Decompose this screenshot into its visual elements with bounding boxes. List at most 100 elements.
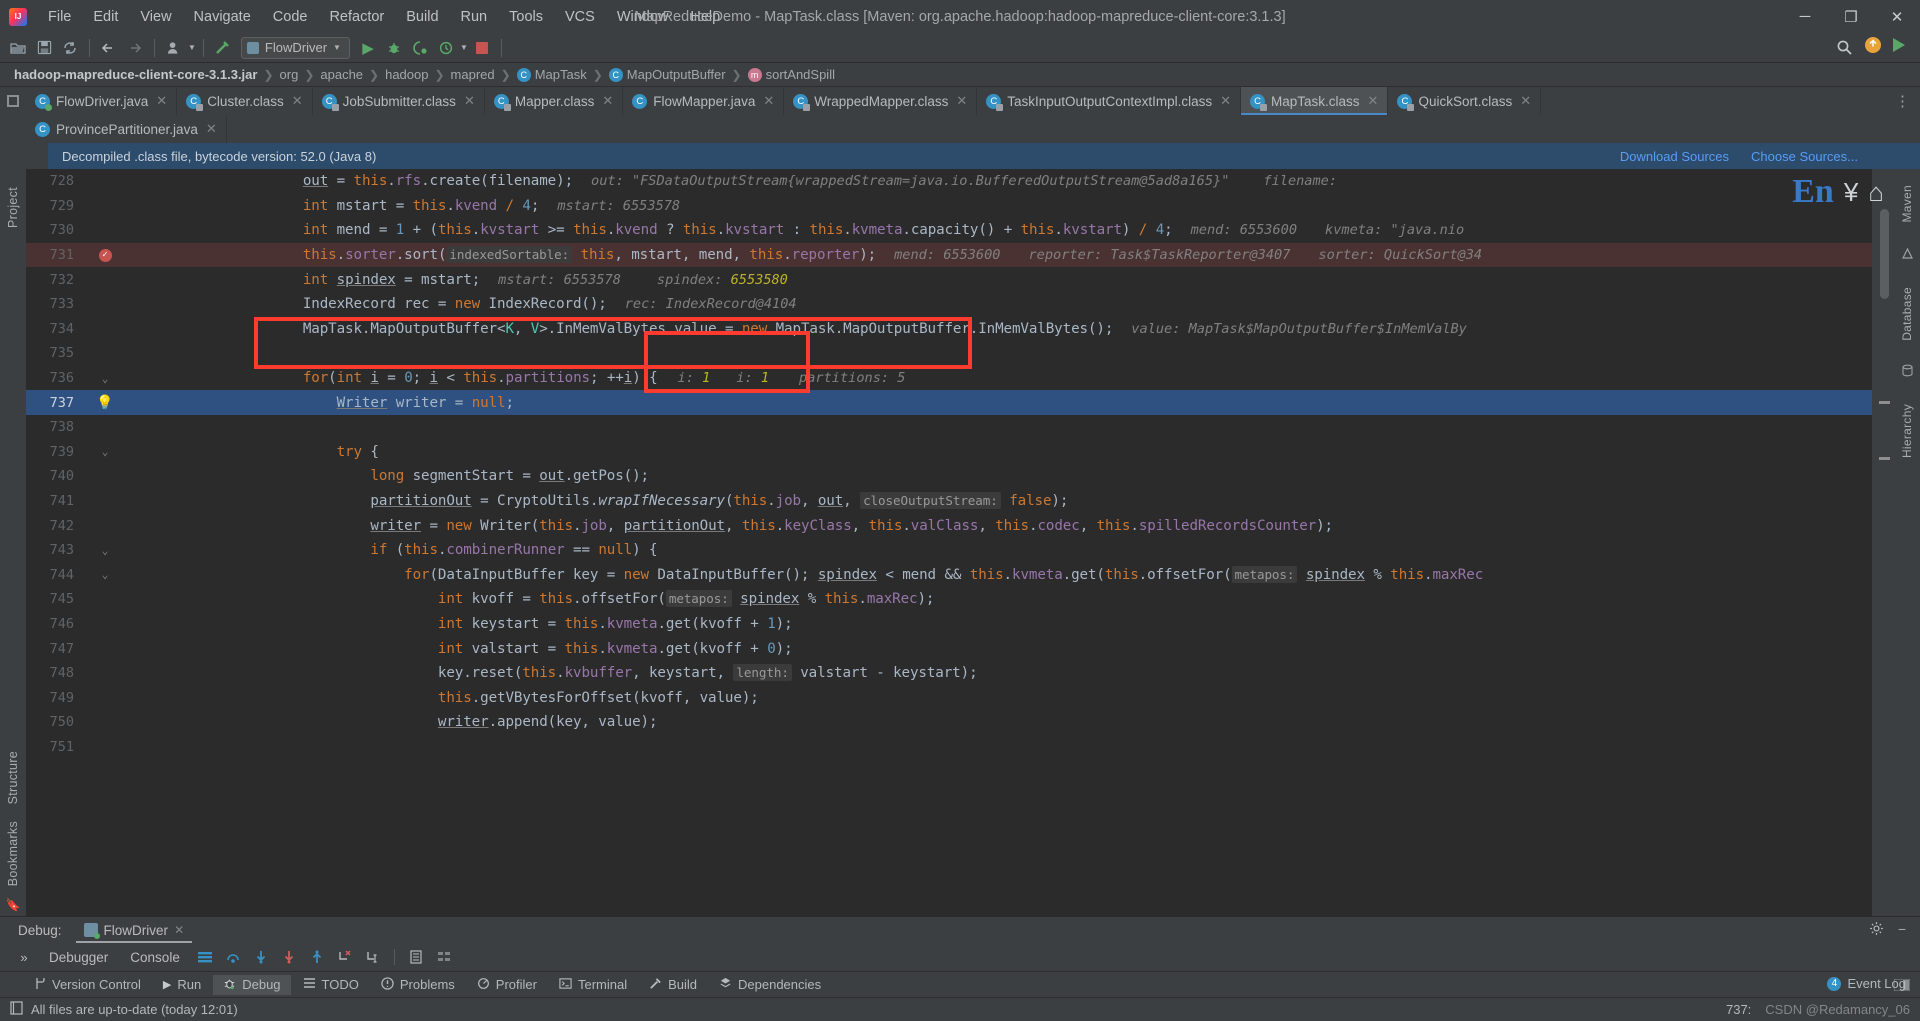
open-folder-icon[interactable] [6, 36, 30, 60]
menu-tools[interactable]: Tools [498, 6, 554, 28]
menu-run[interactable]: Run [450, 6, 499, 28]
tab-mapper-class[interactable]: C Mapper.class ✕ [484, 87, 624, 115]
step-over-icon[interactable] [221, 945, 245, 969]
tool-tab-maven[interactable]: Maven [1900, 175, 1914, 233]
code-line-728[interactable]: 728 out = this.rfs.create(filename); out… [26, 169, 1872, 194]
debug-session-tab[interactable]: FlowDriver ✕ [75, 917, 193, 943]
force-step-into-icon[interactable] [277, 945, 301, 969]
run-button[interactable]: ▶ [356, 36, 380, 60]
sync-icon[interactable] [58, 36, 82, 60]
close-tab-icon[interactable]: ✕ [464, 93, 475, 109]
caret-position[interactable]: 737: [1726, 1002, 1751, 1017]
close-tab-icon[interactable]: ✕ [206, 121, 217, 137]
code-line-751[interactable]: 751 [26, 735, 1872, 760]
editor-scrollbar[interactable] [1872, 169, 1894, 916]
close-tab-icon[interactable]: ✕ [1220, 93, 1231, 109]
profile-dropdown-icon[interactable]: ▼ [188, 43, 196, 52]
code-line-744[interactable]: 744 ⌄ for(DataInputBuffer key = new Data… [26, 563, 1872, 588]
close-tab-icon[interactable]: ✕ [1368, 93, 1379, 109]
menu-navigate[interactable]: Navigate [183, 6, 262, 28]
code-line-748[interactable]: 748 key.reset(this.kvbuffer, keystart, l… [26, 661, 1872, 686]
gear-icon[interactable] [1869, 921, 1884, 939]
back-arrow-icon[interactable] [97, 36, 121, 60]
menu-refactor[interactable]: Refactor [318, 6, 395, 28]
code-line-729[interactable]: 729 int mstart = this.kvend / 4; mstart:… [26, 194, 1872, 219]
run-configuration-selector[interactable]: FlowDriver ▼ [240, 36, 350, 59]
code-line-730[interactable]: 730 int mend = 1 + (this.kvstart >= this… [26, 218, 1872, 243]
tool-tab-structure[interactable]: Structure [6, 743, 20, 812]
lightbulb-icon[interactable]: 💡 [96, 395, 113, 411]
maximize-button[interactable]: ❐ [1828, 0, 1874, 33]
tabs-overflow-icon[interactable]: ⋮ [1885, 87, 1920, 115]
gutter-fold-739[interactable]: ⌄ [84, 445, 126, 458]
scrollbar-thumb[interactable] [1880, 209, 1889, 299]
code-editor[interactable]: 728 out = this.rfs.create(filename); out… [26, 169, 1872, 916]
forward-arrow-icon[interactable] [123, 36, 147, 60]
tab-wrappedmapper-class[interactable]: C WrappedMapper.class ✕ [784, 87, 978, 115]
menu-file[interactable]: File [37, 6, 82, 28]
code-line-749[interactable]: 749 this.getVBytesForOffset(kvoff, value… [26, 685, 1872, 710]
code-line-747[interactable]: 747 int valstart = this.kvmeta.get(kvoff… [26, 636, 1872, 661]
run-to-cursor-icon[interactable] [361, 945, 385, 969]
code-line-736[interactable]: 736 ⌄ for(int i = 0; i < this.partitions… [26, 366, 1872, 391]
tool-window-dependencies[interactable]: Dependencies [709, 975, 831, 995]
breakpoint-icon[interactable]: ✓ [98, 248, 112, 262]
code-line-733[interactable]: 733 IndexRecord rec = new IndexRecord();… [26, 292, 1872, 317]
tab-provincepartitioner-java[interactable]: C ProvincePartitioner.java ✕ [26, 115, 227, 143]
gutter-fold-736[interactable]: ⌄ [84, 372, 126, 385]
code-line-742[interactable]: 742 writer = new Writer(this.job, partit… [26, 513, 1872, 538]
updates-icon[interactable] [1864, 36, 1882, 59]
tab-cluster-class[interactable]: C Cluster.class ✕ [177, 87, 313, 115]
breadcrumb-jar[interactable]: hadoop-mapreduce-client-core-3.1.3.jar [10, 67, 261, 82]
menu-build[interactable]: Build [395, 6, 449, 28]
code-line-739[interactable]: 739 ⌄ try { [26, 440, 1872, 465]
close-tab-icon[interactable]: ✕ [292, 93, 303, 109]
gutter-fold-744[interactable]: ⌄ [84, 568, 126, 581]
tab-maptask-class[interactable]: C MapTask.class ✕ [1241, 87, 1389, 115]
tool-tab-bookmarks[interactable]: Bookmarks [6, 813, 20, 894]
tool-tab-project[interactable]: Project [6, 179, 20, 236]
search-icon[interactable] [1832, 36, 1856, 60]
intention-bulb[interactable]: 💡 [84, 395, 126, 411]
tool-tab-hierarchy[interactable]: Hierarchy [1900, 394, 1914, 468]
tool-window-version-control[interactable]: Version Control [24, 975, 151, 995]
menu-code[interactable]: Code [262, 6, 319, 28]
breadcrumb-hadoop[interactable]: hadoop [381, 67, 432, 82]
menu-vcs[interactable]: VCS [554, 6, 606, 28]
download-sources-link[interactable]: Download Sources [1620, 149, 1729, 164]
breadcrumb-org[interactable]: org [276, 67, 303, 82]
profiler-run-icon[interactable] [434, 36, 458, 60]
code-line-745[interactable]: 745 int kvoff = this.offsetFor(metapos: … [26, 587, 1872, 612]
close-session-icon[interactable]: ✕ [174, 923, 184, 937]
close-tab-icon[interactable]: ✕ [602, 93, 613, 109]
tool-tab-database[interactable]: Database [1900, 277, 1914, 351]
stop-button[interactable] [470, 36, 494, 60]
tool-window-build[interactable]: Build [639, 975, 707, 995]
code-line-743[interactable]: 743 ⌄ if (this.combinerRunner == null) { [26, 538, 1872, 563]
step-into-icon[interactable] [249, 945, 273, 969]
frames-icon[interactable] [193, 945, 217, 969]
breadcrumb-sortandspill[interactable]: m sortAndSpill [744, 67, 839, 82]
close-tab-icon[interactable]: ✕ [1520, 93, 1531, 109]
event-log-indicator[interactable]: 4 Event Log [1827, 976, 1906, 991]
menu-help[interactable]: Help [679, 6, 731, 28]
code-line-734[interactable]: 734 MapTask.MapOutputBuffer<K, V>.InMemV… [26, 317, 1872, 342]
bookmark-icon[interactable]: 🔖 [6, 898, 21, 912]
evaluate-icon[interactable] [404, 945, 428, 969]
debugger-tab[interactable]: Debugger [40, 950, 117, 965]
breadcrumb-mapred[interactable]: mapred [447, 67, 499, 82]
run-with-coverage-icon[interactable] [408, 36, 432, 60]
tool-window-run[interactable]: ▶ Run [153, 975, 211, 994]
save-icon[interactable] [32, 36, 56, 60]
code-line-746[interactable]: 746 int keystart = this.kvmeta.get(kvoff… [26, 612, 1872, 637]
close-tab-icon[interactable]: ✕ [956, 93, 967, 109]
console-tab[interactable]: Console [121, 950, 189, 965]
maven-icon[interactable] [1901, 247, 1914, 263]
database-icon[interactable] [1901, 364, 1914, 380]
minimize-button[interactable]: ─ [1782, 0, 1828, 33]
close-button[interactable]: ✕ [1874, 0, 1920, 33]
gutter-fold-743[interactable]: ⌄ [84, 544, 126, 557]
layout-icon[interactable] [432, 945, 456, 969]
code-line-731[interactable]: 731 ✓ this.sorter.sort(indexedSortable: … [26, 242, 1872, 268]
tab-jobsubmitter-class[interactable]: C JobSubmitter.class ✕ [312, 87, 485, 115]
